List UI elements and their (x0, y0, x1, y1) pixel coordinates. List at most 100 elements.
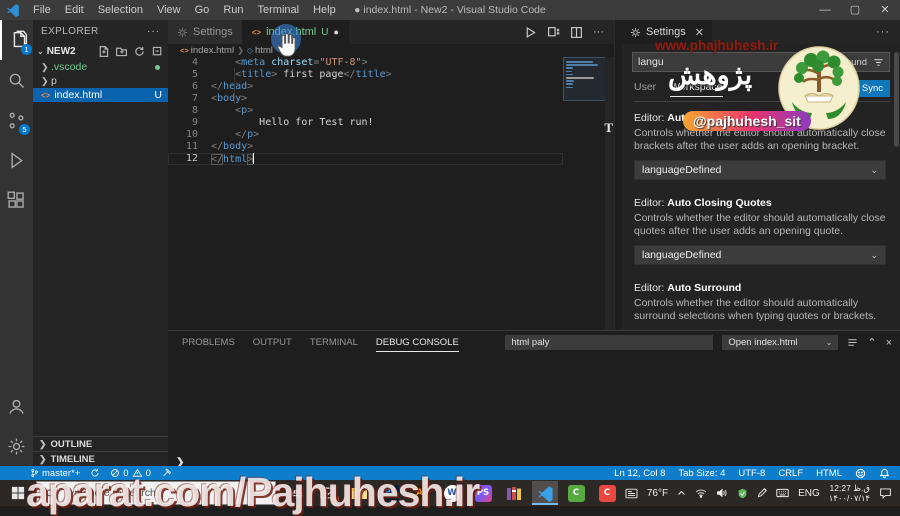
section-outline[interactable]: ❯ OUTLINE (33, 436, 168, 451)
minimap[interactable] (563, 57, 607, 330)
chevron-down-icon: ⌄ (870, 164, 878, 175)
activity-settings-gear[interactable] (0, 426, 33, 466)
weather-temp[interactable]: 76°F (647, 488, 668, 499)
settings-more-actions-icon[interactable]: ··· (876, 26, 900, 38)
more-actions-icon[interactable]: ··· (593, 26, 604, 38)
menu-view[interactable]: View (150, 4, 188, 16)
menu-selection[interactable]: Selection (91, 4, 150, 16)
activity-search[interactable] (0, 60, 33, 100)
refresh-icon[interactable] (133, 45, 146, 58)
activity-account[interactable] (0, 386, 33, 426)
collapse-all-icon[interactable] (151, 45, 164, 58)
filter-lines-icon[interactable] (847, 337, 858, 348)
filter-icon[interactable] (873, 57, 884, 68)
breadcrumb-item-html[interactable]: ◇ html (247, 45, 273, 56)
tab-settings[interactable]: Settings (168, 20, 243, 44)
menu-terminal[interactable]: Terminal (251, 4, 307, 16)
file-item-p[interactable]: ❯ p (33, 74, 168, 88)
file-label: .vscode (51, 61, 88, 73)
status-utf-8[interactable]: UTF-8 (738, 468, 765, 479)
feedback-smiley-icon[interactable] (855, 468, 866, 479)
file-item-indexhtml[interactable]: <> index.html U (33, 88, 168, 102)
breadcrumb[interactable]: <> index.html ❯ ◇ html (168, 44, 614, 57)
code-line-12[interactable]: 12 </html> (168, 153, 563, 165)
taskbar-app-winrar[interactable] (501, 481, 527, 505)
menu-help[interactable]: Help (306, 4, 343, 16)
code-line-4[interactable]: 4 <meta charset="UTF-8"> (168, 57, 563, 69)
taskbar-app-camtasia[interactable]: C (563, 481, 589, 505)
tray-chevron-up-icon[interactable] (677, 489, 686, 497)
volume-icon[interactable] (716, 488, 728, 498)
explorer-root-folder[interactable]: ⌄ NEW2 (33, 42, 168, 60)
activity-explorer[interactable]: 1 (0, 20, 35, 60)
panel-tab-output[interactable]: OUTPUT (253, 337, 292, 348)
code-token: first page (277, 69, 344, 80)
taskbar-app-adobe-red[interactable]: C (594, 481, 620, 505)
code-line-6[interactable]: 6 </head> (168, 81, 563, 93)
news-widget-icon[interactable] (625, 488, 638, 499)
menu-file[interactable]: File (26, 4, 58, 16)
code-line-8[interactable]: 8 <p> (168, 105, 563, 117)
setting-description: Controls whether the editor should autom… (634, 212, 886, 237)
debug-filter-input[interactable]: html paly (505, 335, 714, 350)
code-line-7[interactable]: 7 <body> (168, 93, 563, 105)
maximize-button[interactable]: ▢ (840, 0, 870, 20)
camtasia-icon: C (567, 484, 585, 502)
explorer-more-actions-icon[interactable]: ··· (147, 26, 160, 37)
status-html[interactable]: HTML (816, 468, 842, 479)
debug-session-dropdown[interactable]: Open index.html ⌄ (722, 335, 839, 350)
panel-tab-terminal[interactable]: TERMINAL (310, 337, 358, 348)
panel-tab-problems[interactable]: PROBLEMS (182, 337, 235, 348)
editor-scrollbar[interactable] (605, 57, 614, 330)
maximize-panel-icon[interactable]: ⌃ (867, 336, 876, 349)
editor-group: Settings<>index.htmlU●··· <>index.html❯◇… (168, 20, 614, 330)
language-indicator[interactable]: ENG (798, 488, 820, 499)
run-icon[interactable] (524, 26, 537, 39)
minimap-line (566, 61, 594, 63)
status-tab[interactable]: Tab Size: 4 (678, 468, 725, 479)
code-token: </ (211, 154, 224, 165)
scope-tab-user[interactable]: User (634, 81, 656, 96)
code-line-5[interactable]: 5 <title> first page</title> (168, 69, 563, 81)
touch-keyboard-icon[interactable] (776, 488, 789, 498)
activity-extensions[interactable] (0, 180, 33, 220)
menu-go[interactable]: Go (188, 4, 217, 16)
action-center-icon[interactable] (879, 487, 892, 499)
stray-watermark-letter: T (604, 120, 613, 135)
code-line-10[interactable]: 10 </p> (168, 129, 563, 141)
setting-dropdown[interactable]: languageDefined ⌄ (634, 245, 886, 265)
notifications-bell-icon[interactable] (879, 468, 890, 479)
close-panel-icon[interactable]: × (886, 337, 892, 349)
minimap-line (566, 86, 574, 89)
menu-run[interactable]: Run (216, 4, 250, 16)
status-crlf[interactable]: CRLF (778, 468, 803, 479)
menu-edit[interactable]: Edit (58, 4, 91, 16)
setting-dropdown[interactable]: languageDefined ⌄ (634, 160, 886, 180)
open-changes-icon[interactable] (547, 26, 560, 39)
minimize-button[interactable]: — (810, 0, 840, 20)
new-folder-icon[interactable] (115, 45, 128, 58)
breadcrumb-item-index-html[interactable]: <> index.html (180, 45, 234, 56)
taskbar-clock[interactable]: 12:27 ق.ظ ۱۴۰۰/۰۷/۱۴ (829, 483, 870, 503)
close-button[interactable]: ✕ (870, 0, 900, 20)
new-file-icon[interactable] (97, 45, 110, 58)
wifi-icon[interactable] (695, 488, 707, 498)
activity-bar-bottom (0, 386, 33, 466)
section-timeline[interactable]: ❯ TIMELINE (33, 451, 168, 466)
taskbar-app-vscode[interactable] (532, 481, 558, 505)
settings-scrollbar[interactable] (894, 52, 899, 147)
code-line-11[interactable]: 11 </body> (168, 141, 563, 153)
explorer-sidebar: EXPLORER ··· ⌄ NEW2 ❯ .vscode ❯ p <> index.ht… (33, 20, 168, 466)
defender-icon[interactable] (737, 488, 748, 499)
status-ln[interactable]: Ln 12, Col 8 (614, 468, 665, 479)
code-line-9[interactable]: 9 Hello for Test run! (168, 117, 563, 129)
activity-run-debug[interactable] (0, 140, 33, 180)
panel-tab-debug-console[interactable]: DEBUG CONSOLE (375, 337, 459, 352)
pen-icon[interactable] (757, 488, 768, 498)
split-editor-icon[interactable] (570, 26, 583, 39)
code-editor[interactable]: 4 <meta charset="UTF-8"> 5 <title> first … (168, 57, 563, 330)
activity-source-control[interactable]: 5 (0, 100, 33, 140)
tray-date: ۱۴۰۰/۰۷/۱۴ (828, 493, 870, 503)
file-item-vscode[interactable]: ❯ .vscode (33, 60, 168, 74)
tab-close-icon[interactable]: ✕ (695, 26, 704, 39)
